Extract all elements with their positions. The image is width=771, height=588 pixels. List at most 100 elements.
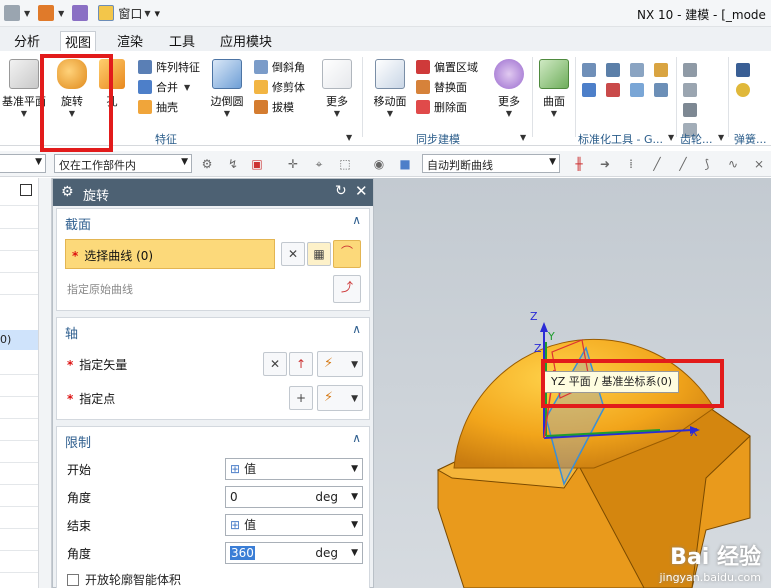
maximize-icon[interactable] bbox=[20, 184, 32, 196]
axis-section-title: 轴 bbox=[65, 327, 79, 342]
end-angle-input[interactable]: 360 deg ▼ bbox=[225, 542, 363, 564]
nav-divider bbox=[0, 205, 38, 206]
copy-icon[interactable] bbox=[4, 5, 20, 21]
reset-icon[interactable]: ↻ bbox=[335, 183, 347, 199]
curve-select-icon[interactable]: ⌒ bbox=[333, 240, 361, 268]
connector-icon[interactable] bbox=[582, 83, 596, 97]
point-type-dropdown[interactable]: ⚡ ▼ bbox=[317, 385, 363, 411]
surface-button[interactable]: 曲面 ▼ bbox=[536, 59, 572, 118]
end-angle-label: 角度 bbox=[67, 547, 92, 561]
paint-icon[interactable] bbox=[38, 5, 55, 21]
sync-more-button[interactable]: 更多 ▼ bbox=[490, 59, 528, 118]
group-expand-icon[interactable]: ▼ bbox=[346, 133, 352, 142]
type-filter-combo[interactable]: ▼ bbox=[0, 154, 46, 173]
group-expand-icon[interactable]: ▼ bbox=[668, 133, 674, 142]
end-type-select[interactable]: ⊞ 值 ▼ bbox=[225, 514, 363, 536]
feature-group-label: 特征 bbox=[155, 133, 177, 146]
group-expand-icon[interactable]: ▼ bbox=[520, 133, 526, 142]
snap-point-icon[interactable]: ▣ bbox=[250, 157, 264, 171]
window-icon bbox=[98, 5, 115, 21]
group-expand-icon[interactable]: ▼ bbox=[718, 133, 724, 142]
chevron-down-icon[interactable]: ▼ bbox=[24, 9, 30, 18]
sketch-section-icon[interactable]: ▦ bbox=[307, 242, 331, 266]
trim-body-label: 修剪体 bbox=[272, 81, 305, 94]
tab-analysis[interactable]: 分析 bbox=[14, 31, 40, 50]
dots-icon[interactable]: ⁞ bbox=[624, 157, 638, 171]
curve-rule-icon[interactable]: ✕ bbox=[281, 242, 305, 266]
start-type-select[interactable]: ⊞ 值 ▼ bbox=[225, 458, 363, 480]
start-angle-input[interactable]: 0 deg ▼ bbox=[225, 486, 363, 508]
arrow-right-icon[interactable]: ➜ bbox=[598, 157, 612, 171]
collapse-icon[interactable]: ∧ bbox=[352, 213, 361, 227]
gear-pair-icon[interactable] bbox=[683, 83, 697, 97]
wrench-icon[interactable] bbox=[630, 83, 644, 97]
table-icon[interactable] bbox=[630, 63, 644, 77]
curve-icon[interactable]: ⟆ bbox=[700, 157, 714, 171]
scope-filter-combo[interactable]: 仅在工作部件内 ▼ bbox=[54, 154, 192, 173]
value-icon: ⊞ bbox=[230, 462, 241, 476]
collapse-icon[interactable]: ∧ bbox=[352, 431, 361, 445]
line-icon[interactable]: ╱ bbox=[650, 157, 664, 171]
tab-tools[interactable]: 工具 bbox=[169, 31, 195, 50]
extract-button[interactable]: 抽壳 bbox=[138, 97, 200, 117]
window-menu[interactable]: 窗口 bbox=[118, 5, 142, 22]
reverse-direction-icon[interactable]: ✕ bbox=[263, 352, 287, 376]
feature-more-button[interactable]: 更多 ▼ bbox=[318, 59, 356, 118]
ribbon: 基准平面 ▼ 旋转 ▼ 孔 阵列特征 合并 ▼ 抽壳 边倒圆 ▼ 倒斜角 修剪体… bbox=[0, 51, 771, 146]
nav-scrollbar[interactable] bbox=[38, 178, 51, 588]
move-face-button[interactable]: 移动面 ▼ bbox=[368, 59, 412, 118]
tab-application[interactable]: 应用模块 bbox=[220, 31, 272, 50]
tab-render[interactable]: 渲染 bbox=[117, 31, 143, 50]
gear-icon[interactable] bbox=[683, 63, 697, 77]
standard-tools-label: 标准化工具 - G... bbox=[578, 133, 663, 146]
eye-icon[interactable]: ◉ bbox=[372, 157, 386, 171]
replace-face-button[interactable]: 替换面 bbox=[416, 77, 478, 97]
nav-divider bbox=[0, 462, 38, 463]
z-arrow-icon bbox=[540, 322, 548, 332]
delete-face-button[interactable]: 删除面 bbox=[416, 97, 478, 117]
unite-button[interactable]: 合并 ▼ bbox=[138, 77, 200, 97]
vector-dialog-icon[interactable]: ↑ bbox=[289, 352, 313, 376]
tangent-icon[interactable]: ╱ bbox=[676, 157, 690, 171]
select-curve-row[interactable]: * 选择曲线 (0) bbox=[65, 239, 275, 269]
select-icon[interactable]: ✛ bbox=[286, 157, 300, 171]
stop-icon[interactable]: ╫ bbox=[572, 157, 586, 171]
watermark-logo: Bai 经验 bbox=[670, 545, 761, 570]
wave-icon[interactable]: ∿ bbox=[726, 157, 740, 171]
feature-more-label: 更多 bbox=[326, 95, 348, 108]
tag-icon[interactable] bbox=[654, 63, 668, 77]
close-icon[interactable]: ✕ bbox=[355, 182, 368, 200]
customize-icon[interactable]: ▾ bbox=[154, 7, 160, 20]
offset-region-button[interactable]: 偏置区域 bbox=[416, 57, 478, 77]
intersect-icon[interactable]: ⨯ bbox=[752, 157, 766, 171]
chevron-down-icon[interactable]: ▼ bbox=[144, 9, 150, 18]
part-icon[interactable] bbox=[654, 83, 668, 97]
chamfer-button[interactable]: 倒斜角 bbox=[254, 57, 305, 77]
cube-icon[interactable]: ■ bbox=[398, 157, 412, 171]
vector-type-dropdown[interactable]: ⚡ ▼ bbox=[317, 351, 363, 377]
coil-icon[interactable] bbox=[736, 83, 750, 97]
curve-rule-combo[interactable]: 自动判断曲线 ▼ bbox=[422, 154, 560, 173]
box-select-icon[interactable]: ⬚ bbox=[338, 157, 352, 171]
chevron-down-icon[interactable]: ▼ bbox=[58, 9, 64, 18]
origin-curve-icon[interactable]: ⤴ bbox=[333, 275, 361, 303]
stack-icon[interactable] bbox=[606, 63, 620, 77]
nav-selected-row[interactable]: 0) bbox=[0, 330, 38, 350]
trim-body-button[interactable]: 修剪体 bbox=[254, 77, 305, 97]
spur-gear-icon[interactable] bbox=[683, 103, 697, 117]
open-profile-checkbox[interactable] bbox=[67, 573, 79, 586]
pattern-feature-button[interactable]: 阵列特征 bbox=[138, 57, 200, 77]
tool-icon[interactable] bbox=[606, 83, 620, 97]
collapse-icon[interactable]: ∧ bbox=[352, 322, 361, 336]
tab-view[interactable]: 视图 bbox=[60, 31, 97, 51]
link-icon[interactable]: ↯ bbox=[226, 157, 240, 171]
filter-icon[interactable]: ⚙ bbox=[200, 157, 214, 171]
eraser-icon[interactable] bbox=[72, 5, 89, 21]
spring-icon[interactable] bbox=[736, 63, 750, 77]
point-dialog-icon[interactable]: + bbox=[289, 386, 313, 410]
edge-blend-button[interactable]: 边倒圆 ▼ bbox=[206, 59, 248, 118]
lasso-icon[interactable]: ⌖ bbox=[312, 157, 326, 171]
gear-icon[interactable] bbox=[582, 63, 596, 77]
open-profile-checkbox-row[interactable]: 开放轮廓智能体积 bbox=[67, 571, 181, 588]
draft-button[interactable]: 拔模 bbox=[254, 97, 305, 117]
